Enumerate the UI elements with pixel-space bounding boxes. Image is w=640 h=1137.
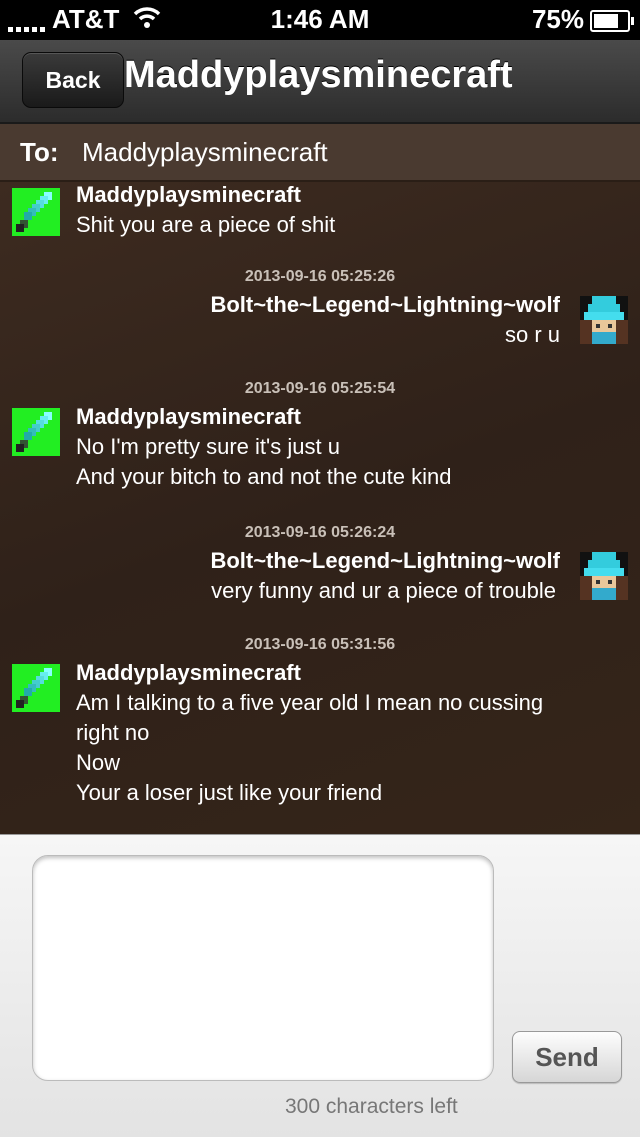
send-button[interactable]: Send <box>512 1031 622 1083</box>
message-item[interactable]: Maddyplaysminecraft No I'm pretty sure i… <box>76 404 451 492</box>
message-text: Shit you are a piece of shit <box>76 212 336 237</box>
sender-name: Maddyplaysminecraft <box>76 404 301 429</box>
message-text: very funny and ur a piece of trouble <box>211 578 556 603</box>
navigation-bar: Back Maddyplaysminecraft <box>0 40 640 124</box>
message-item[interactable]: Maddyplaysminecraft Shit you are a piece… <box>76 182 335 240</box>
character-count: 300 characters left <box>285 1095 458 1118</box>
sender-name: Maddyplaysminecraft <box>76 660 301 685</box>
compose-bar: Send 300 characters left <box>0 834 640 1137</box>
own-avatar-icon[interactable] <box>580 296 628 344</box>
battery-icon <box>590 10 634 32</box>
message-timestamp: 2013-09-16 05:26:24 <box>244 524 396 541</box>
message-timestamp: 2013-09-16 05:25:54 <box>244 380 396 397</box>
sender-avatar-icon[interactable] <box>12 188 60 236</box>
recipient-name: Maddyplaysminecraft <box>82 137 328 167</box>
sender-name: Maddyplaysminecraft <box>76 182 301 207</box>
message-text: right no <box>76 720 150 745</box>
message-text: And your bitch to and not the cute kind <box>76 464 452 489</box>
conversation-title: Maddyplaysminecraft <box>124 54 513 96</box>
status-bar: AT&T 1:46 AM 75% <box>0 0 640 40</box>
back-button[interactable]: Back <box>22 52 124 108</box>
message-list[interactable]: Maddyplaysminecraft Shit you are a piece… <box>0 182 640 834</box>
message-text: No I'm pretty sure it's just u <box>76 434 340 459</box>
message-item[interactable]: Bolt~the~Legend~Lightning~wolf so r u <box>210 292 560 350</box>
message-text: so r u <box>504 322 560 347</box>
battery-percent: 75% <box>531 4 584 34</box>
message-text: Your a loser just like your friend <box>76 780 383 805</box>
message-input[interactable] <box>32 855 494 1081</box>
message-timestamp: 2013-09-16 05:31:56 <box>244 636 396 653</box>
to-label: To: <box>20 137 59 167</box>
message-timestamp: 2013-09-16 05:25:26 <box>244 268 396 285</box>
sender-avatar-icon[interactable] <box>12 408 60 456</box>
recipient-row: To: Maddyplaysminecraft <box>0 124 640 182</box>
own-avatar-icon[interactable] <box>580 552 628 600</box>
message-item[interactable]: Maddyplaysminecraft Am I talking to a fi… <box>76 660 543 808</box>
message-text: Now <box>76 750 121 775</box>
sender-name: Bolt~the~Legend~Lightning~wolf <box>210 548 560 573</box>
message-item[interactable]: Bolt~the~Legend~Lightning~wolf very funn… <box>210 548 560 606</box>
message-text: Am I talking to a five year old I mean n… <box>76 690 544 715</box>
sender-avatar-icon[interactable] <box>12 664 60 712</box>
sender-name: Bolt~the~Legend~Lightning~wolf <box>210 292 560 317</box>
